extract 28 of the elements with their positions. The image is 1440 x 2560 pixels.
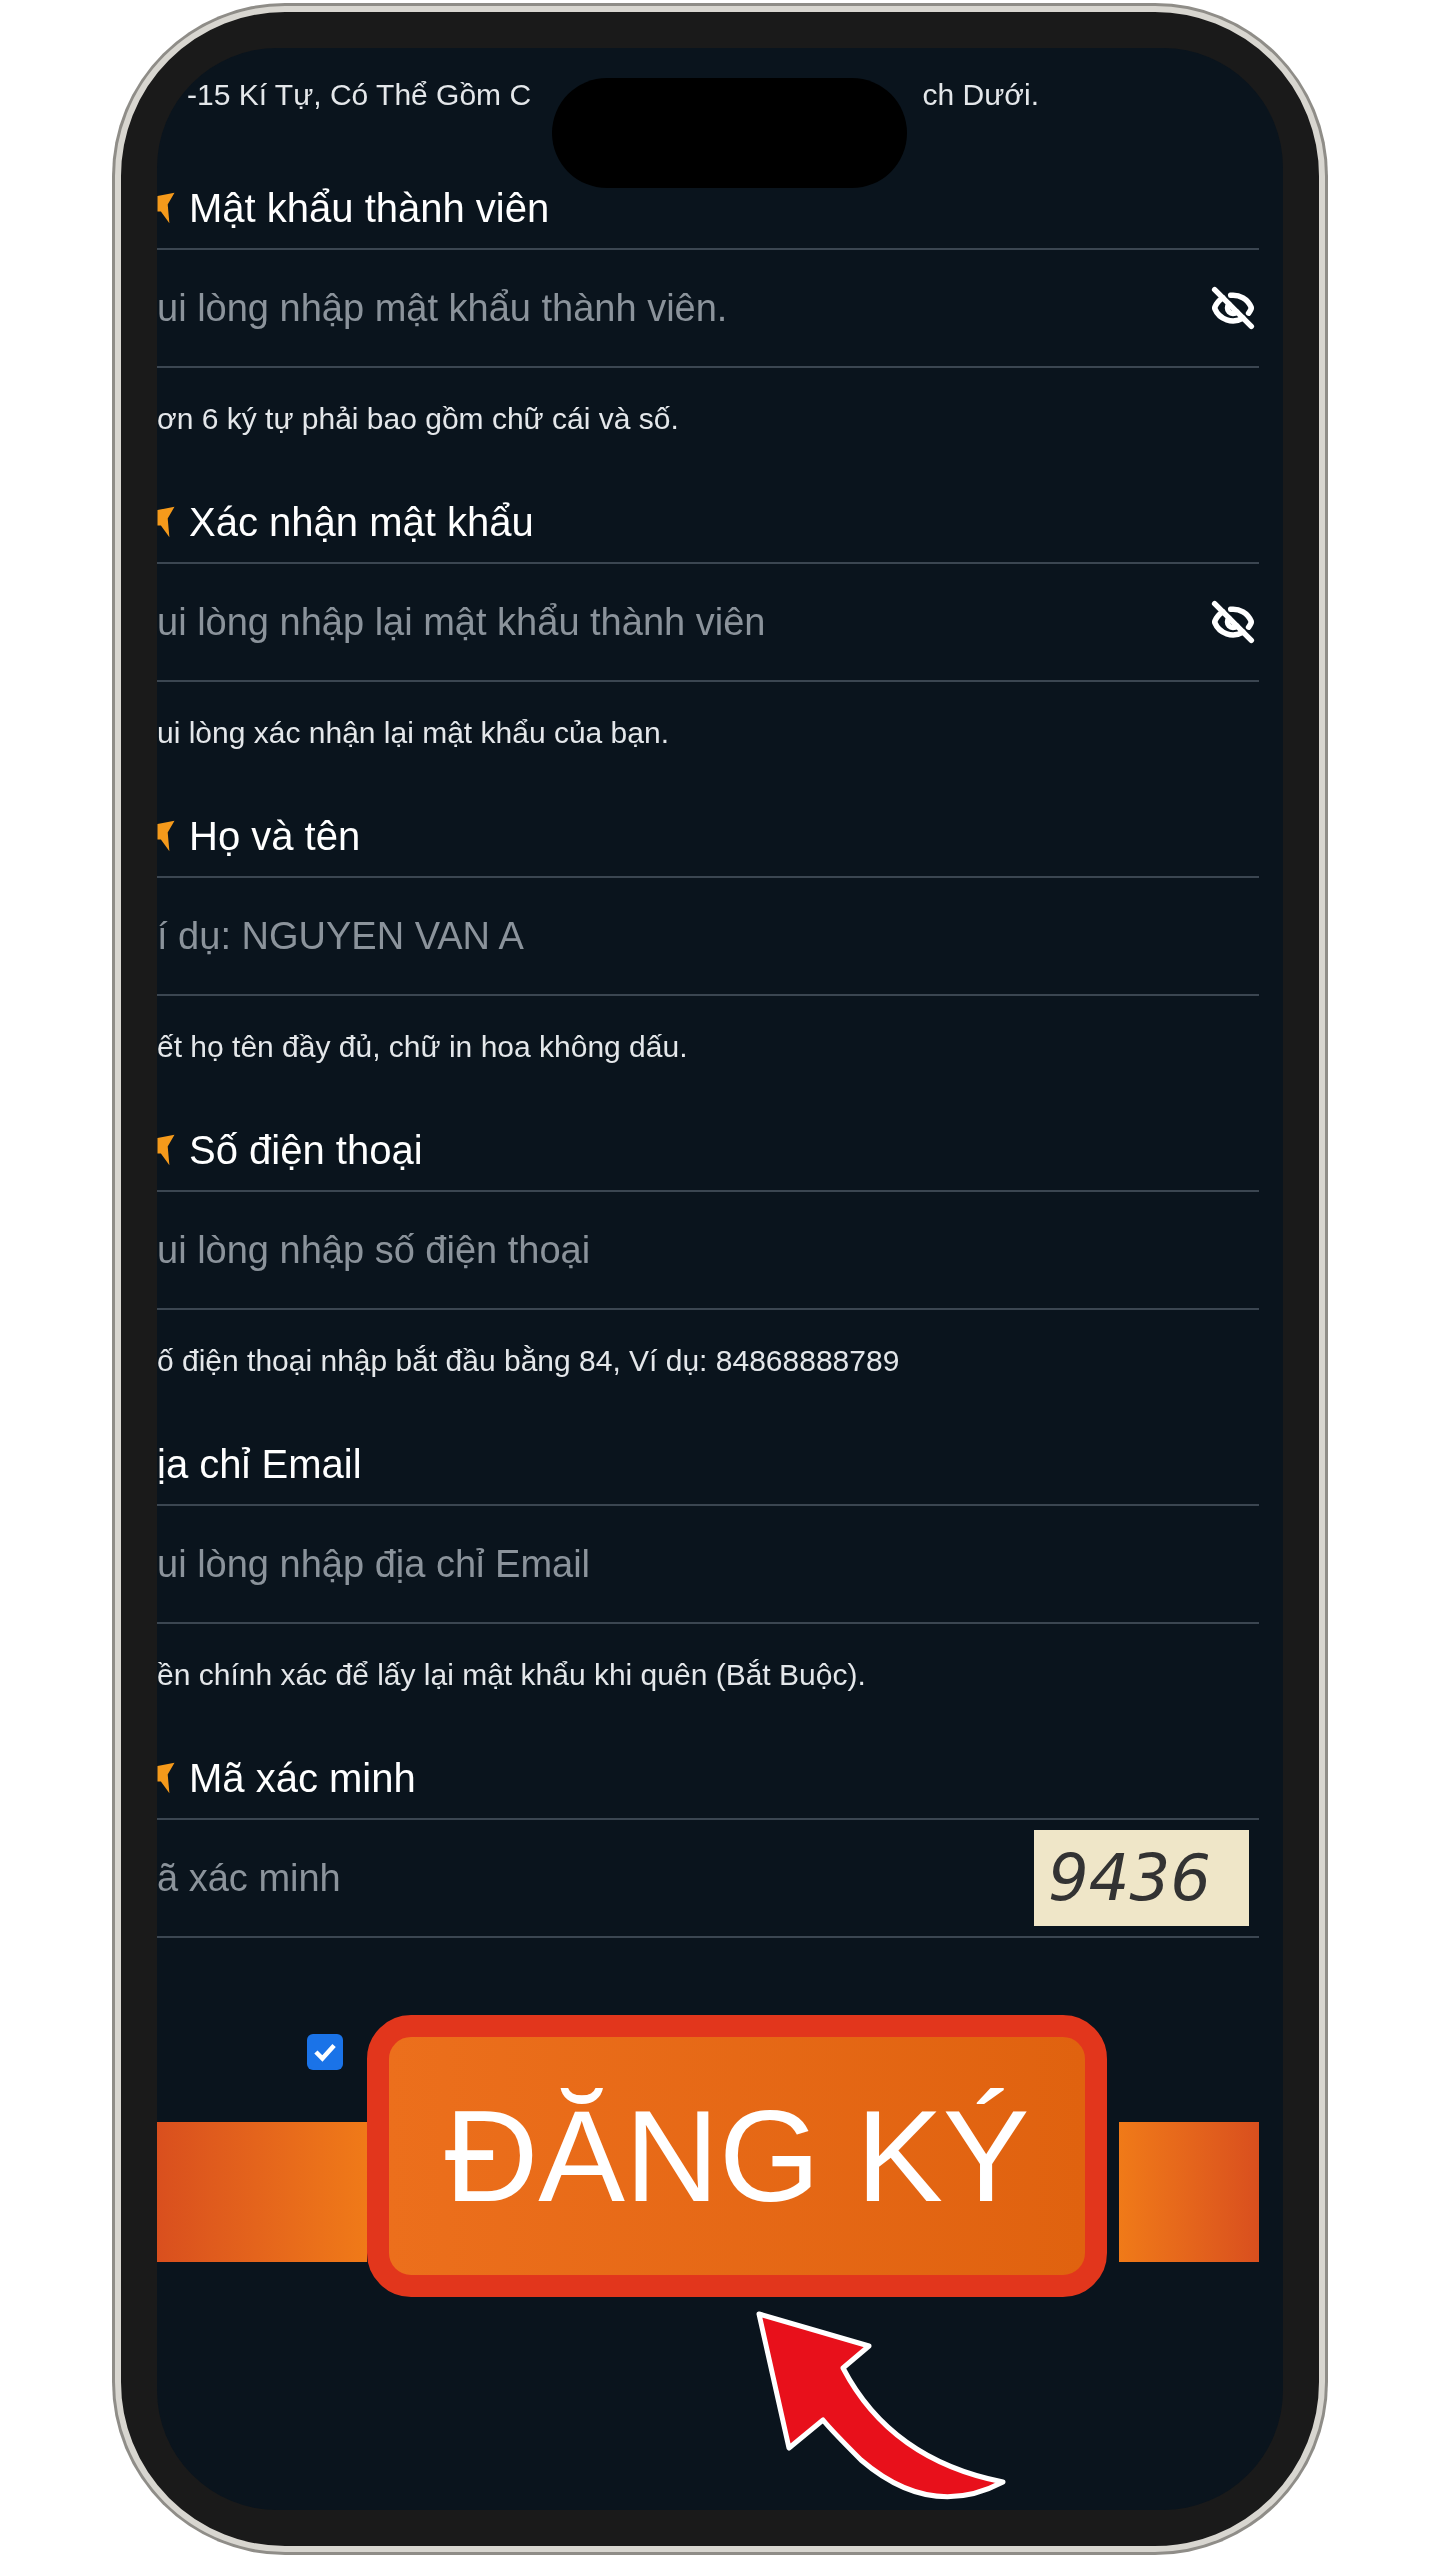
field-hint: ơn 6 ký tự phải bao gồm chữ cái và số. xyxy=(157,400,679,437)
checkbox[interactable] xyxy=(307,2034,343,2070)
required-star-icon xyxy=(157,1761,175,1795)
field-label: Xác nhận mật khẩu xyxy=(189,499,534,546)
eye-slash-icon[interactable] xyxy=(1211,286,1255,330)
input-field[interactable]: í dụ: NGUYEN VAN A xyxy=(157,896,1007,976)
input-field[interactable]: ã xác minh xyxy=(157,1838,1007,1918)
required-star-icon xyxy=(157,505,175,539)
field-hint: ui lòng xác nhận lại mật khẩu của bạn. xyxy=(157,714,669,751)
eye-slash-icon[interactable] xyxy=(1211,600,1255,644)
field-label: ịa chỉ Email xyxy=(157,1441,362,1488)
input-field[interactable]: ui lòng nhập lại mật khẩu thành viên xyxy=(157,582,1007,662)
field-hint: ền chính xác để lấy lại mật khẩu khi quên (Bắt Buộc). xyxy=(157,1656,866,1693)
field-hint: -15 Kí Tự, Có Thể Gồm C xyxy=(187,77,532,113)
field-label: Số điện thoại xyxy=(189,1127,423,1174)
input-field[interactable]: ui lòng nhập địa chỉ Email xyxy=(157,1524,1007,1604)
captcha-image[interactable]: 9436 xyxy=(1034,1830,1249,1926)
required-star-icon xyxy=(157,819,175,853)
field-label: Mã xác minh xyxy=(189,1755,416,1802)
required-star-icon xyxy=(157,191,175,225)
field-hint: ố điện thoại nhập bắt đầu bằng 84, Ví dụ: 84868888789 xyxy=(157,1342,900,1379)
required-star-icon xyxy=(157,1133,175,1167)
field-label: Mật khẩu thành viên xyxy=(189,185,550,232)
field-hint: ết họ tên đầy đủ, chữ in hoa không dấu. xyxy=(157,1028,688,1065)
input-field[interactable]: ui lòng nhập số điện thoại xyxy=(157,1210,1007,1290)
field-label: Họ và tên xyxy=(189,813,361,860)
input-field[interactable]: ui lòng nhập mật khẩu thành viên. xyxy=(157,268,1007,348)
field-hint: ch Dưới. xyxy=(922,77,1039,113)
